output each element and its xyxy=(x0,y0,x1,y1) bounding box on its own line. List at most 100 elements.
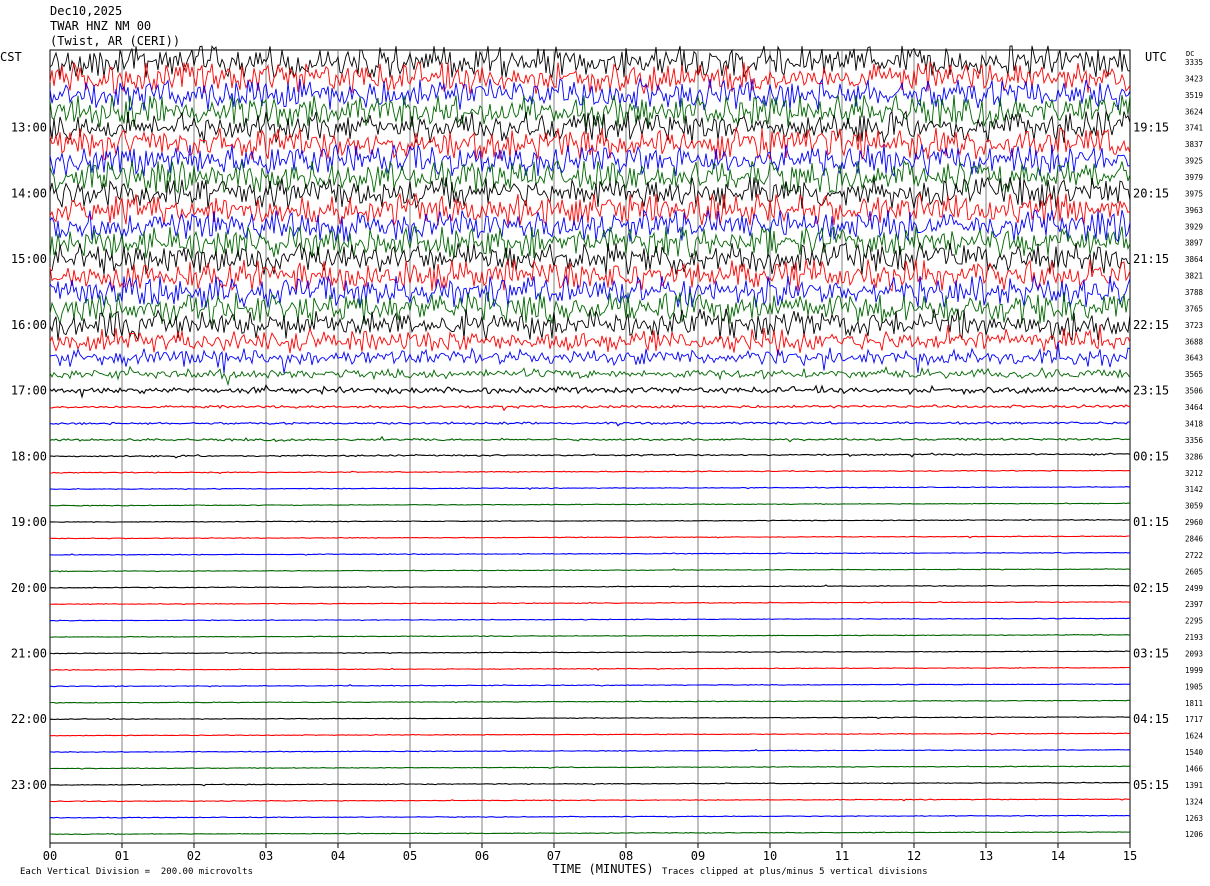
dc-offset-label: 1263 xyxy=(1185,814,1203,823)
dc-offset-label: 3979 xyxy=(1185,173,1203,182)
dc-offset-label: 3418 xyxy=(1185,419,1204,428)
dc-offset-label: 2193 xyxy=(1185,633,1203,642)
x-tick-label: 03 xyxy=(259,849,273,863)
seismic-trace xyxy=(49,403,1131,412)
left-hour-label: 14:00 xyxy=(11,186,47,200)
right-hour-label: 23:15 xyxy=(1133,384,1169,398)
dc-offset-label: 3723 xyxy=(1185,321,1203,330)
dc-offset-label: 3643 xyxy=(1185,354,1203,363)
left-hour-label: 20:00 xyxy=(11,581,47,595)
x-tick-label: 14 xyxy=(1051,849,1065,863)
left-hour-label: 18:00 xyxy=(11,449,47,463)
seismic-trace xyxy=(49,384,1131,399)
dc-offset-label: 3741 xyxy=(1185,124,1203,133)
x-tick-label: 05 xyxy=(403,849,417,863)
dc-offset-label: 3821 xyxy=(1185,272,1203,281)
dc-offset-label: 3975 xyxy=(1185,189,1203,198)
dc-offset-label: 2960 xyxy=(1185,518,1204,527)
dc-offset-label: 2093 xyxy=(1185,649,1203,658)
seismic-trace xyxy=(49,601,1131,606)
dc-offset-label: 2397 xyxy=(1185,600,1203,609)
dc-offset-label: 3142 xyxy=(1185,485,1203,494)
dc-offset-label: 1905 xyxy=(1185,682,1203,691)
dc-offset-label: 1999 xyxy=(1185,666,1203,675)
dc-offset-label: 3963 xyxy=(1185,206,1203,215)
right-hour-label: 00:15 xyxy=(1133,449,1169,463)
dc-offset-label: 3925 xyxy=(1185,157,1203,166)
dc-offset-label: 1540 xyxy=(1185,748,1204,757)
left-hour-label: 13:00 xyxy=(11,121,47,135)
seismic-trace xyxy=(49,683,1131,688)
right-hour-label: 21:15 xyxy=(1133,252,1169,266)
dc-offset-label: 3335 xyxy=(1185,58,1203,67)
dc-offset-label: 3897 xyxy=(1185,239,1203,248)
x-tick-label: 04 xyxy=(331,849,345,863)
seismic-trace xyxy=(50,486,1131,490)
seismic-trace xyxy=(49,732,1131,737)
dc-offset-label: 3765 xyxy=(1185,304,1203,313)
dc-offset-label: 3788 xyxy=(1185,288,1204,297)
dc-offset-label: 1206 xyxy=(1185,830,1204,839)
seismic-trace xyxy=(49,435,1131,443)
right-hour-label: 03:15 xyxy=(1133,646,1169,660)
dc-offset-label: 3464 xyxy=(1185,403,1204,412)
x-tick-label: 08 xyxy=(619,849,633,863)
seismic-trace xyxy=(49,617,1131,622)
right-hour-label: 01:15 xyxy=(1133,515,1169,529)
seismic-trace xyxy=(49,143,1131,177)
seismic-trace xyxy=(49,469,1131,475)
dc-offset-label: 1811 xyxy=(1185,699,1203,708)
dc-offset-label: 3286 xyxy=(1185,452,1204,461)
right-hour-label: 05:15 xyxy=(1133,778,1169,792)
right-hour-label: 02:15 xyxy=(1133,581,1169,595)
seismic-trace xyxy=(49,420,1131,427)
x-tick-label: 01 xyxy=(115,849,129,863)
right-hour-label: 22:15 xyxy=(1133,318,1169,332)
dc-offset-label: 2499 xyxy=(1185,584,1203,593)
seismic-trace xyxy=(49,535,1130,540)
seismic-trace xyxy=(49,502,1131,507)
seismic-trace xyxy=(49,814,1131,819)
seismic-trace xyxy=(50,633,1131,638)
x-tick-label: 12 xyxy=(907,849,921,863)
dc-offset-label: 3059 xyxy=(1185,502,1203,511)
dc-offset-label: 1717 xyxy=(1185,715,1203,724)
left-hour-label: 16:00 xyxy=(11,318,47,332)
left-hour-label: 23:00 xyxy=(11,778,47,792)
dc-offset-label: 3837 xyxy=(1185,140,1203,149)
dc-offset-label: 3212 xyxy=(1185,469,1203,478)
dc-offset-label: 3688 xyxy=(1185,337,1204,346)
seismic-trace xyxy=(49,518,1131,523)
x-tick-label: 00 xyxy=(43,849,57,863)
seismic-trace xyxy=(49,568,1131,573)
dc-offset-label: 3506 xyxy=(1185,387,1204,396)
seismic-trace xyxy=(49,699,1131,704)
seismic-trace xyxy=(49,93,1131,129)
left-hour-label: 22:00 xyxy=(11,712,47,726)
x-axis-title: TIME (MINUTES) xyxy=(552,862,653,876)
x-tick-label: 06 xyxy=(475,849,489,863)
seismic-trace xyxy=(50,748,1131,753)
left-hour-label: 19:00 xyxy=(11,515,47,529)
seismic-trace xyxy=(49,650,1131,655)
right-hour-label: 20:15 xyxy=(1133,186,1169,200)
x-tick-label: 15 xyxy=(1123,849,1137,863)
seismic-trace xyxy=(49,716,1130,721)
seismic-trace xyxy=(49,831,1131,836)
x-tick-label: 11 xyxy=(835,849,849,863)
seismic-trace xyxy=(49,666,1131,671)
dc-offset-label: 1324 xyxy=(1185,797,1204,806)
seismic-trace xyxy=(49,798,1131,803)
seismic-trace xyxy=(49,365,1131,387)
helicorder-chart: 00 01 02 03 04 05 06 07 08 09 10 11 12 13 14 15 TIME (MI… xyxy=(11,45,1204,876)
x-tick-label: 10 xyxy=(763,849,777,863)
x-tick-label: 07 xyxy=(547,849,561,863)
right-hour-label: 19:15 xyxy=(1133,121,1169,135)
dc-offset-label: 3423 xyxy=(1185,74,1203,83)
seismic-trace xyxy=(49,110,1131,144)
dc-offset-label: 3519 xyxy=(1185,91,1203,100)
seismic-trace xyxy=(49,77,1131,111)
right-hour-label: 04:15 xyxy=(1133,712,1169,726)
dc-offset-label: 2846 xyxy=(1185,534,1204,543)
x-tick-label: 13 xyxy=(979,849,993,863)
